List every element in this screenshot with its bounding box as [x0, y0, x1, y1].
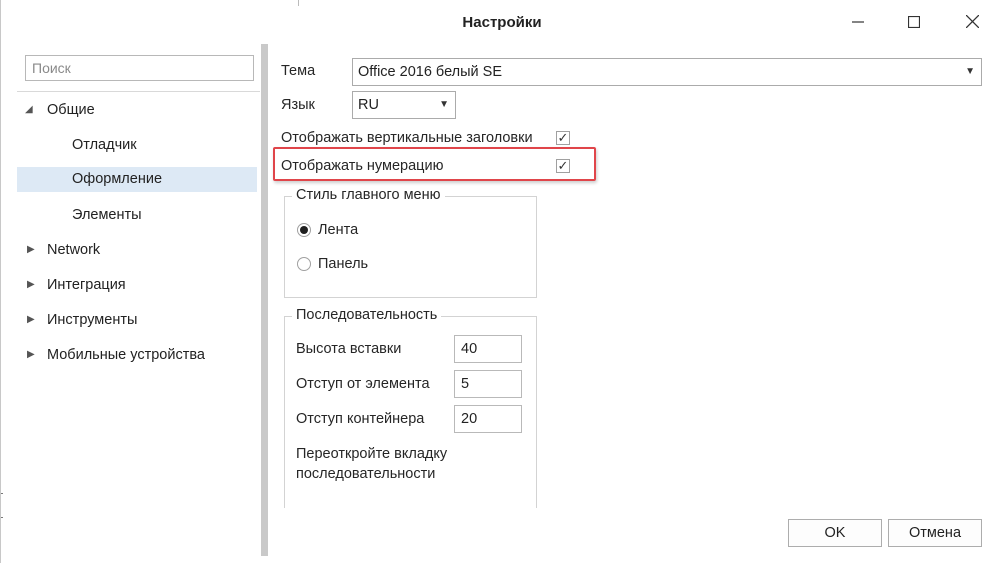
- language-value: RU: [358, 97, 379, 113]
- ok-button[interactable]: OK: [788, 519, 882, 547]
- tree-item-integration[interactable]: ▶ Интеграция: [25, 273, 255, 297]
- minimize-button[interactable]: [835, 8, 881, 38]
- element-offset-field[interactable]: 5: [454, 370, 522, 398]
- edge-marker: [1, 517, 3, 518]
- dropdown-arrow-icon: ▼: [439, 99, 449, 110]
- splitter-scrollbar[interactable]: [261, 44, 268, 556]
- tree-item-tools[interactable]: ▶ Инструменты: [25, 308, 255, 332]
- cancel-button[interactable]: Отмена: [888, 519, 982, 547]
- search-divider: [17, 91, 260, 92]
- theme-value: Office 2016 белый SE: [358, 64, 503, 80]
- settings-dialog: Настройки ◢ Общие Отладчик Оформление Эл…: [0, 0, 1002, 563]
- tree-item-label: Network: [47, 242, 101, 258]
- tree-item-label: Отладчик: [72, 137, 137, 153]
- maximize-icon: [907, 15, 921, 31]
- checkmark-icon: ✓: [557, 130, 569, 145]
- minimize-icon: [852, 15, 864, 31]
- sequence-title: Последовательность: [292, 307, 442, 323]
- edge-marker: [1, 493, 3, 494]
- container-offset-field[interactable]: 20: [454, 405, 522, 433]
- insert-height-field[interactable]: 40: [454, 335, 522, 363]
- close-button[interactable]: [949, 8, 995, 38]
- tree-item-general[interactable]: ◢ Общие: [25, 98, 255, 122]
- tree-item-label: Интеграция: [47, 277, 126, 293]
- container-offset-label: Отступ контейнера: [296, 411, 425, 427]
- maximize-button[interactable]: [891, 8, 937, 38]
- collapsed-arrow-icon[interactable]: ▶: [27, 238, 35, 262]
- dropdown-arrow-icon: ▼: [965, 66, 975, 77]
- language-select[interactable]: RU ▼: [352, 91, 456, 119]
- search-input[interactable]: [25, 55, 254, 81]
- menu-style-title: Стиль главного меню: [292, 187, 445, 203]
- language-label: Язык: [281, 97, 315, 113]
- expanded-arrow-icon[interactable]: ◢: [25, 98, 33, 122]
- theme-label: Тема: [281, 63, 316, 79]
- radio-panel[interactable]: [297, 257, 311, 271]
- menu-style-group: [284, 196, 537, 298]
- tree-item-label: Инструменты: [47, 312, 138, 328]
- title-bar: Настройки: [1, 0, 1002, 44]
- vertical-headers-checkbox[interactable]: ✓: [556, 131, 570, 145]
- radio-panel-label[interactable]: Панель: [318, 256, 368, 272]
- tree-item-label: Оформление: [72, 171, 163, 187]
- element-offset-label: Отступ от элемента: [296, 376, 430, 392]
- collapsed-arrow-icon[interactable]: ▶: [27, 308, 35, 332]
- highlight-annotation: [273, 147, 596, 181]
- vertical-headers-label: Отображать вертикальные заголовки: [281, 130, 533, 146]
- tree-item-label: Общие: [47, 102, 95, 118]
- tree-item-label: Элементы: [72, 207, 142, 223]
- insert-height-label: Высота вставки: [296, 341, 402, 357]
- tree-item-mobile-devices[interactable]: ▶ Мобильные устройства: [25, 343, 255, 367]
- collapsed-arrow-icon[interactable]: ▶: [27, 343, 35, 367]
- tree-item-label: Мобильные устройства: [47, 347, 205, 363]
- collapsed-arrow-icon[interactable]: ▶: [27, 273, 35, 297]
- tree-item-elements[interactable]: Элементы: [72, 203, 252, 227]
- radio-ribbon[interactable]: [297, 223, 311, 237]
- reopen-note-line2: последовательности: [296, 466, 436, 482]
- close-icon: [965, 14, 979, 31]
- tree-item-network[interactable]: ▶ Network: [25, 238, 255, 262]
- theme-select[interactable]: Office 2016 белый SE ▼: [352, 58, 982, 86]
- reopen-note-line1: Переоткройте вкладку: [296, 446, 448, 462]
- tree-item-appearance[interactable]: Оформление: [17, 167, 257, 192]
- radio-ribbon-label[interactable]: Лента: [318, 222, 358, 238]
- tree-item-debugger[interactable]: Отладчик: [72, 133, 252, 157]
